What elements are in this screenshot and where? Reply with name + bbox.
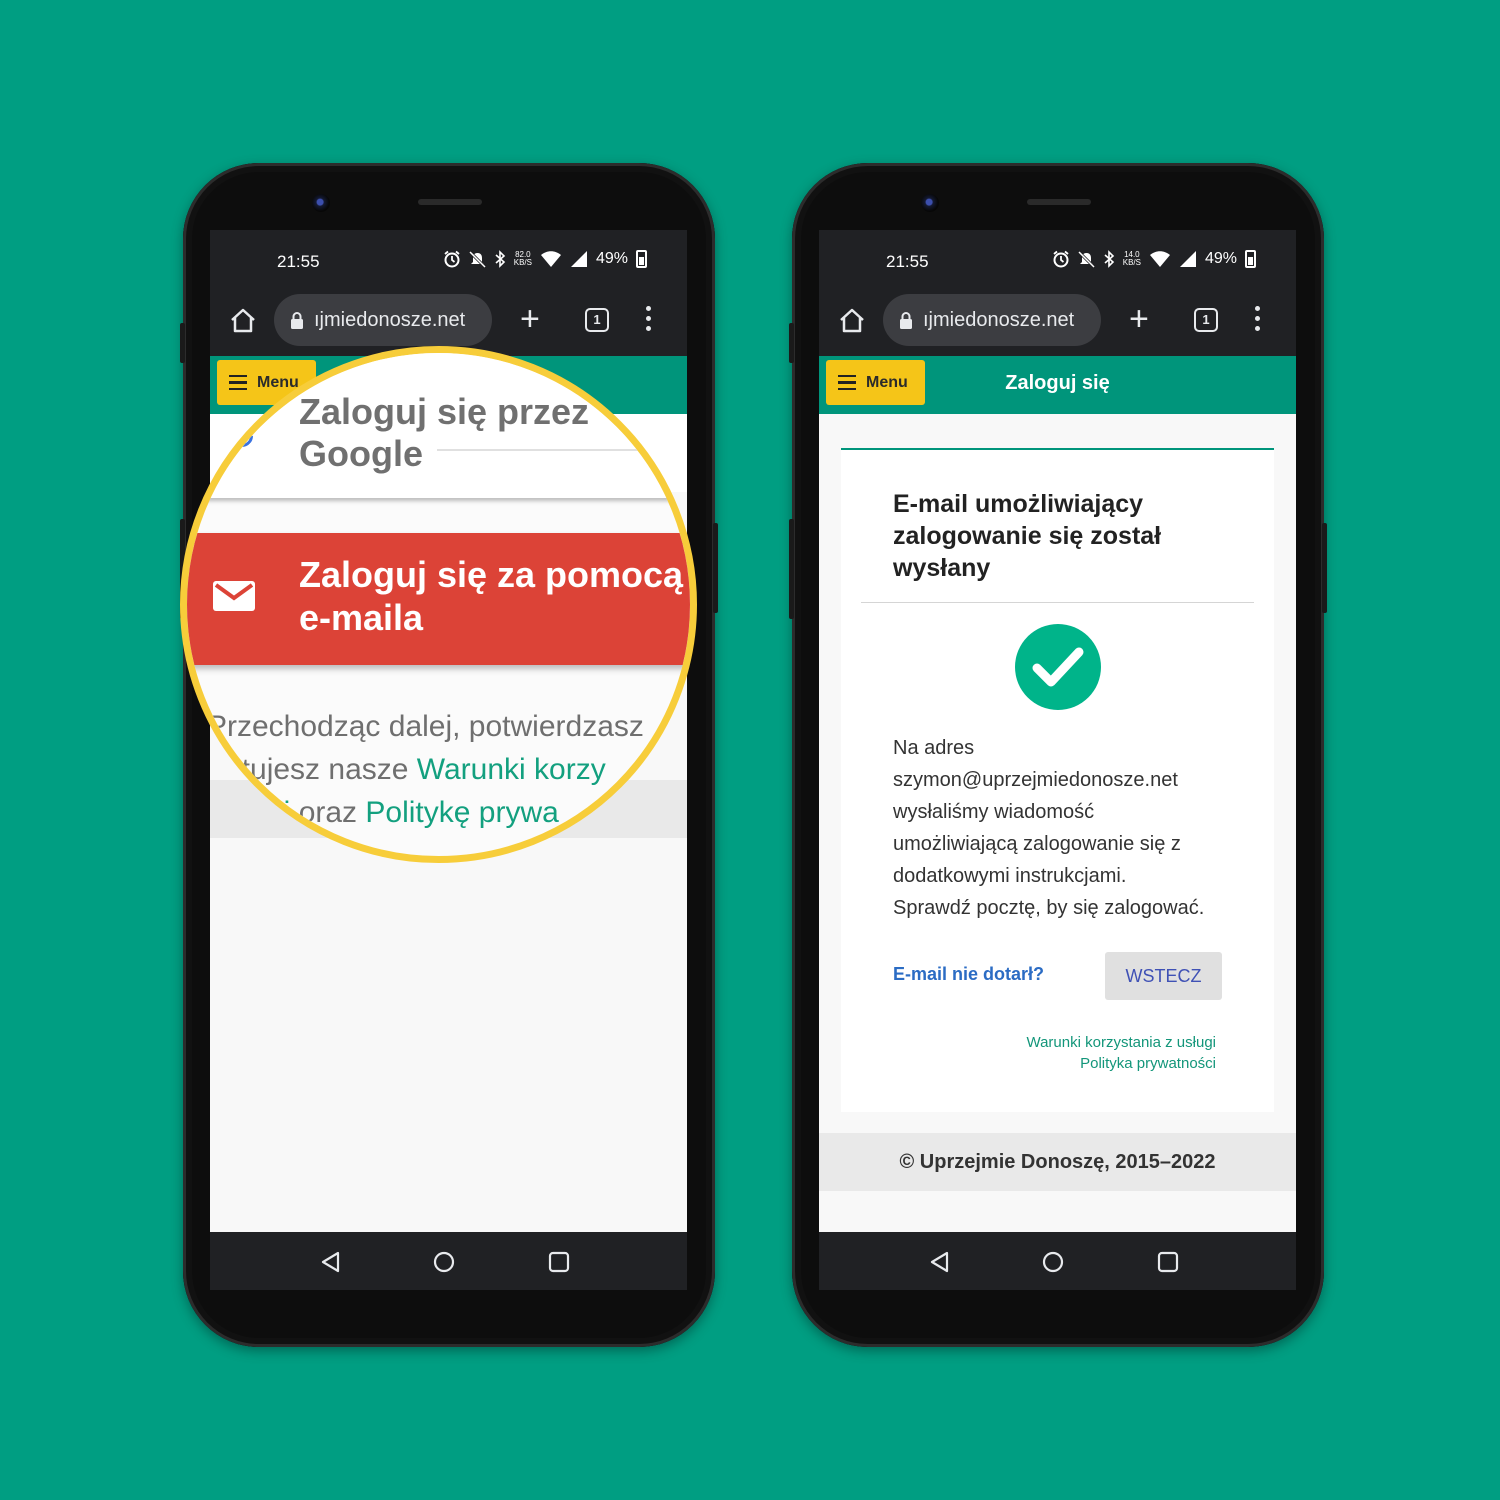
- email-missing-link[interactable]: E-mail nie dotarł?: [893, 964, 1044, 985]
- system-nav-bar: [210, 1232, 687, 1290]
- home-icon[interactable]: [837, 306, 867, 336]
- side-button: [789, 519, 794, 619]
- legal-links: Warunki korzystania z usługi Polityka pr…: [1026, 1032, 1216, 1074]
- check-icon: [1015, 624, 1101, 710]
- battery-percent: 49%: [1204, 250, 1237, 267]
- home-icon[interactable]: [228, 306, 258, 336]
- confirmation-heading: E-mail umożliwiający zalogowanie się zos…: [893, 490, 1162, 582]
- battery-percent: 49%: [595, 250, 628, 267]
- status-bar: 21:55 14.0 KB/S 49%: [819, 230, 1296, 290]
- earpiece: [418, 199, 482, 205]
- confirmation-card: E-mail umożliwiający zalogowanie się zos…: [841, 448, 1274, 1112]
- kebab-icon[interactable]: [1253, 306, 1261, 331]
- google-login-line2: Google: [299, 433, 423, 474]
- bluetooth-icon: [495, 250, 505, 268]
- address-bar[interactable]: ıjmiedonosze.net: [883, 294, 1101, 346]
- home-nav-icon[interactable]: [1042, 1251, 1064, 1273]
- signal-icon: [570, 251, 587, 267]
- home-nav-icon[interactable]: [433, 1251, 455, 1273]
- phone-right: 21:55 14.0KB/S 49% ıjmiedonosze.net + 1: [789, 163, 1327, 1347]
- mute-icon: [468, 250, 486, 268]
- front-camera: [921, 194, 939, 212]
- email-login-button[interactable]: Zaloguj się za pomocą e-maila: [187, 533, 690, 665]
- battery-icon: [1245, 250, 1256, 268]
- lock-icon: [291, 312, 303, 329]
- google-login-button[interactable]: Zaloguj się przez Google: [187, 353, 690, 498]
- status-bar: 21:55 82.0 KB/S 49%: [210, 230, 687, 290]
- url-text: ıjmiedonosze.net: [923, 308, 1075, 331]
- terms-link[interactable]: Warunki korzy: [417, 753, 606, 786]
- alarm-icon: [1053, 250, 1069, 268]
- google-login-line1: Zaloguj się przez: [299, 391, 590, 432]
- divider: [861, 602, 1254, 603]
- page-title: Zaloguj się: [1005, 372, 1110, 394]
- plus-icon[interactable]: +: [520, 302, 540, 336]
- kebab-icon[interactable]: [644, 306, 652, 331]
- recents-nav-icon[interactable]: [548, 1251, 570, 1273]
- magnifier-zoom: Zaloguj się przez Google Zaloguj się za …: [180, 346, 697, 863]
- side-button: [1322, 523, 1327, 613]
- lock-icon: [900, 312, 912, 329]
- side-button: [789, 323, 794, 363]
- address-bar[interactable]: ıjmiedonosze.net: [274, 294, 492, 346]
- year-fragment: 22: [592, 800, 617, 825]
- battery-icon: [636, 250, 647, 268]
- google-icon: [226, 420, 258, 452]
- status-time: 21:55: [886, 252, 929, 271]
- browser-toolbar: ıjmiedonosze.net + 1: [819, 290, 1296, 356]
- status-time: 21:55: [277, 252, 320, 271]
- alarm-icon: [444, 250, 460, 268]
- back-nav-icon[interactable]: [320, 1251, 342, 1273]
- app-header: Menu Zaloguj się: [819, 356, 1296, 414]
- mute-icon: [1077, 250, 1095, 268]
- recents-nav-icon[interactable]: [1157, 1251, 1179, 1273]
- plus-icon[interactable]: +: [1129, 302, 1149, 336]
- terms-notice: Przechodząc dalej, potwierdzasz otujesz …: [207, 710, 644, 829]
- bluetooth-icon: [1104, 250, 1114, 268]
- terms-link-tail[interactable]: gi: [267, 796, 290, 829]
- envelope-icon: [213, 581, 255, 611]
- privacy-link[interactable]: Politykę prywa: [365, 796, 558, 829]
- terms-link[interactable]: Warunki korzystania z usługi: [1026, 1032, 1216, 1053]
- tabs-icon[interactable]: 1: [1194, 308, 1218, 332]
- url-text: ıjmiedonosze.net: [314, 308, 466, 331]
- wifi-icon: [540, 251, 561, 267]
- email-login-line2: e-maila: [299, 597, 424, 638]
- front-camera: [312, 194, 330, 212]
- signal-icon: [1179, 251, 1196, 267]
- privacy-link[interactable]: Polityka prywatności: [1026, 1053, 1216, 1074]
- network-speed: 14.0 KB/S: [1122, 250, 1141, 267]
- screen: 21:55 14.0KB/S 49% ıjmiedonosze.net + 1: [819, 230, 1296, 1290]
- earpiece: [1027, 199, 1091, 205]
- side-button: [180, 323, 185, 363]
- network-speed: 82.0 KB/S: [513, 250, 532, 267]
- email-login-line1: Zaloguj się za pomocą: [299, 554, 684, 595]
- wifi-icon: [1149, 251, 1170, 267]
- back-nav-icon[interactable]: [929, 1251, 951, 1273]
- system-nav-bar: [819, 1232, 1296, 1290]
- tabs-icon[interactable]: 1: [585, 308, 609, 332]
- page-footer: © Uprzejmie Donoszę, 2015–2022: [819, 1133, 1296, 1191]
- back-button[interactable]: WSTECZ: [1105, 952, 1222, 1000]
- side-button: [713, 523, 718, 613]
- confirmation-message: Na adres szymon@uprzejmiedonosze.net wys…: [893, 737, 1205, 919]
